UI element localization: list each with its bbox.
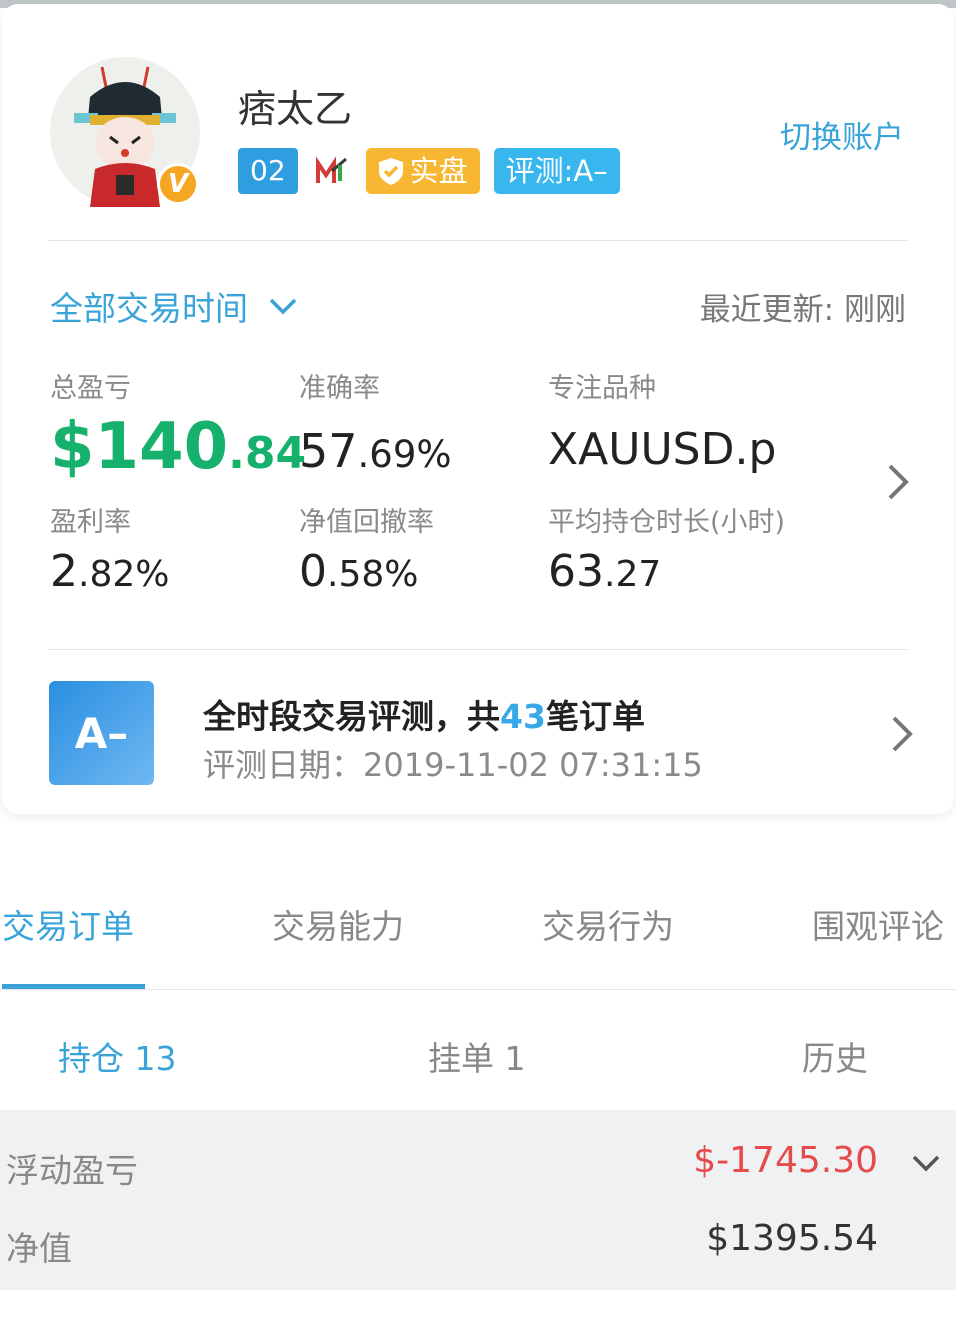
divider xyxy=(0,989,956,990)
switch-account-link[interactable]: 切换账户 xyxy=(780,112,904,157)
evaluation-title-prefix: 全时段交易评测，共 xyxy=(203,697,500,736)
live-account-tag: 实盘 xyxy=(365,148,480,194)
total-pl-value: $140.84 xyxy=(50,410,306,484)
position-summary-panel xyxy=(0,1110,956,1290)
subtab-history[interactable]: 历史 xyxy=(802,1032,868,1080)
metatrader-logo-icon xyxy=(312,151,352,191)
chevron-down-icon[interactable] xyxy=(910,1152,942,1174)
evaluation-title-suffix: 笔订单 xyxy=(545,697,645,736)
accuracy-label: 准确率 xyxy=(299,373,380,404)
grade-letter: A– xyxy=(74,708,129,758)
last-updated: 最近更新: 刚刚 xyxy=(699,292,906,328)
grade-badge: A– xyxy=(49,681,154,785)
shield-check-icon xyxy=(378,158,403,185)
total-pl-main: $140 xyxy=(50,410,229,484)
chevron-down-icon xyxy=(269,298,297,315)
evaluation-title[interactable]: 全时段交易评测，共43笔订单 xyxy=(203,690,645,738)
verified-badge: V xyxy=(157,163,199,205)
profit-rate-main: 2 xyxy=(50,546,78,597)
avg-hold-decimal: .27 xyxy=(604,554,662,595)
focus-symbol-value: XAUUSD.p xyxy=(548,424,777,475)
period-label: 全部交易时间 xyxy=(50,289,248,328)
live-tag-label: 实盘 xyxy=(409,154,468,188)
tab-trade-orders[interactable]: 交易订单 xyxy=(2,900,134,948)
floating-pl-value: $-1745.30 xyxy=(693,1140,878,1181)
drawdown-value: 0.58% xyxy=(299,546,418,597)
chevron-right-icon[interactable] xyxy=(888,714,916,754)
level-tag: 02 xyxy=(238,148,298,194)
avg-hold-label: 平均持仓时长(小时) xyxy=(548,507,786,538)
period-dropdown[interactable]: 全部交易时间 xyxy=(50,282,298,330)
evaluation-order-count: 43 xyxy=(500,697,546,736)
total-pl-label: 总盈亏 xyxy=(50,373,131,404)
subtab-pending[interactable]: 挂单 1 xyxy=(428,1032,526,1080)
profit-rate-value: 2.82% xyxy=(50,546,169,597)
tab-trade-behavior[interactable]: 交易行为 xyxy=(542,900,674,948)
equity-value: $1395.54 xyxy=(706,1218,878,1259)
tab-comments[interactable]: 围观评论 xyxy=(812,900,944,948)
accuracy-decimal: .69% xyxy=(357,433,452,476)
rating-tag: 评测:A– xyxy=(493,148,620,194)
drawdown-main: 0 xyxy=(299,546,327,597)
divider xyxy=(48,649,908,650)
drawdown-label: 净值回撤率 xyxy=(299,507,434,538)
evaluation-date: 评测日期：2019-11-02 07:31:15 xyxy=(203,746,703,784)
avg-hold-main: 63 xyxy=(548,546,604,597)
account-tags: 02 实盘 评测:A– xyxy=(238,148,620,194)
total-pl-decimal: .84 xyxy=(228,428,307,479)
username: 痞太乙 xyxy=(238,87,353,131)
floating-pl-label: 浮动盈亏 xyxy=(6,1151,138,1190)
profit-rate-decimal: .82% xyxy=(78,554,170,595)
accuracy-value: 57.69% xyxy=(299,424,452,478)
divider xyxy=(48,240,908,241)
focus-symbol-label: 专注品种 xyxy=(548,373,656,404)
tab-trade-ability[interactable]: 交易能力 xyxy=(272,900,404,948)
avg-hold-value: 63.27 xyxy=(548,546,661,597)
accuracy-main: 57 xyxy=(299,424,358,478)
equity-label: 净值 xyxy=(6,1229,72,1268)
profit-rate-label: 盈利率 xyxy=(50,507,131,538)
subtab-positions[interactable]: 持仓 13 xyxy=(58,1032,176,1080)
drawdown-decimal: .58% xyxy=(327,554,419,595)
chevron-right-icon[interactable] xyxy=(884,462,912,502)
